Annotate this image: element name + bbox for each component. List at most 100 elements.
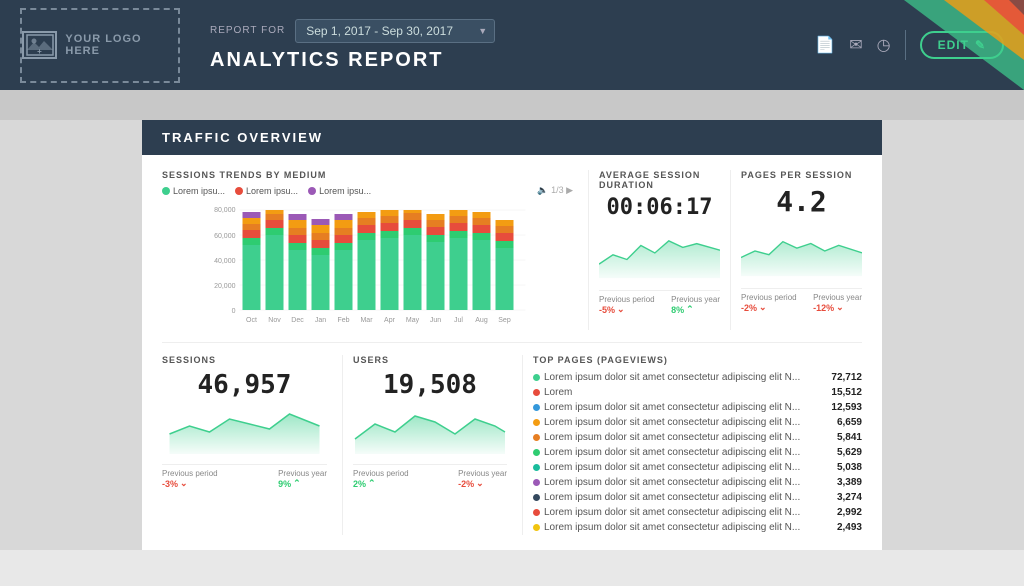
avg-session-panel: AVERAGE SESSION DURATION 00:06:17 [588, 170, 720, 330]
page-value: 2,992 [837, 507, 862, 518]
top-page-row: Lorem ipsum dolor sit amet consectetur a… [533, 505, 862, 520]
page-text: Lorem ipsum dolor sit amet consectetur a… [544, 507, 800, 518]
page-text: Lorem ipsum dolor sit amet consectetur a… [544, 402, 800, 413]
avg-prev-year: Previous year 8% ⌃ [671, 295, 720, 315]
page-row-left: Lorem ipsum dolor sit amet consectetur a… [533, 477, 829, 488]
svg-text:Jul: Jul [454, 317, 463, 324]
pages-prev-period: Previous period -2% ⌄ [741, 293, 797, 313]
page-text: Lorem ipsum dolor sit amet consectetur a… [544, 477, 800, 488]
page-value: 3,274 [837, 492, 862, 503]
legend-row: Lorem ipsu... Lorem ipsu... Lorem ipsu..… [162, 185, 573, 196]
page-row-left: Lorem ipsum dolor sit amet consectetur a… [533, 432, 829, 443]
top-page-row: Lorem ipsum dolor sit amet consectetur a… [533, 400, 862, 415]
top-page-row: Lorem ipsum dolor sit amet consectetur a… [533, 445, 862, 460]
page-dot [533, 479, 540, 486]
page-dot [533, 419, 540, 426]
users-prev-period-change: 2% ⌃ [353, 478, 409, 489]
page-value: 5,629 [837, 447, 862, 458]
svg-text:Aug: Aug [475, 317, 488, 324]
slide-indicator: 🔈 1/3 ▶ [537, 185, 573, 196]
page-value: 2,493 [837, 522, 862, 533]
svg-text:Jan: Jan [315, 317, 326, 324]
sessions-chart [162, 404, 327, 454]
sessions-label: SESSIONS [162, 355, 327, 365]
sub-header [0, 90, 1024, 120]
section-title: TRAFFIC OVERVIEW [162, 130, 323, 145]
report-for-row: REPORT FOR Sep 1, 2017 - Sep 30, 2017 [210, 19, 795, 43]
legend-dot-3 [308, 187, 316, 195]
legend-label-1: Lorem ipsu... [173, 186, 225, 196]
legend-item-1: Lorem ipsu... [162, 186, 225, 196]
page-dot [533, 389, 540, 396]
avg-prev-year-change: 8% ⌃ [671, 304, 720, 315]
users-label: USERS [353, 355, 507, 365]
svg-text:+: + [37, 47, 43, 56]
svg-text:40,000: 40,000 [214, 258, 236, 265]
page-dot [533, 449, 540, 456]
users-prev-year: Previous year -2% ⌄ [458, 469, 507, 489]
top-charts-row: SESSIONS TRENDS BY MEDIUM Lorem ipsu... … [162, 170, 862, 330]
page-value: 15,512 [831, 387, 862, 398]
svg-text:0: 0 [232, 308, 236, 315]
svg-text:Dec: Dec [291, 317, 304, 324]
sessions-prev-period-change: -3% ⌄ [162, 478, 218, 489]
top-page-row: Lorem ipsum dolor sit amet consectetur a… [533, 490, 862, 505]
top-pages-list: Lorem ipsum dolor sit amet consectetur a… [533, 370, 862, 535]
sessions-value: 46,957 [162, 370, 327, 400]
pages-per-session-value: 4.2 [741, 185, 862, 218]
top-page-row: Lorem ipsum dolor sit amet consectetur a… [533, 520, 862, 535]
page-row-left: Lorem ipsum dolor sit amet consectetur a… [533, 462, 829, 473]
users-prev-year-change: -2% ⌄ [458, 478, 507, 489]
svg-text:Oct: Oct [246, 317, 257, 324]
pages-prev-year: Previous year -12% ⌄ [813, 293, 862, 313]
page-text: Lorem ipsum dolor sit amet consectetur a… [544, 492, 800, 503]
avg-session-value: 00:06:17 [599, 195, 720, 220]
avg-prev-period: Previous period -5% ⌄ [599, 295, 655, 315]
page-dot [533, 464, 540, 471]
top-page-row: Lorem ipsum dolor sit amet consectetur a… [533, 370, 862, 385]
page-row-left: Lorem ipsum dolor sit amet consectetur a… [533, 447, 829, 458]
logo-text: YOUR LOGO HERE [65, 33, 178, 57]
svg-text:Mar: Mar [360, 317, 373, 324]
white-container: TRAFFIC OVERVIEW SESSIONS TRENDS BY MEDI… [142, 120, 882, 550]
page-value: 6,659 [837, 417, 862, 428]
bottom-charts-row: SESSIONS 46,957 [162, 342, 862, 535]
page-row-left: Lorem ipsum dolor sit amet consectetur a… [533, 507, 829, 518]
top-page-row: Lorem 15,512 [533, 385, 862, 400]
page-row-left: Lorem ipsum dolor sit amet consectetur a… [533, 522, 829, 533]
section-title-bar: TRAFFIC OVERVIEW [142, 120, 882, 155]
page-value: 3,389 [837, 477, 862, 488]
content-area: SESSIONS TRENDS BY MEDIUM Lorem ipsu... … [142, 155, 882, 550]
svg-text:20,000: 20,000 [214, 283, 236, 290]
avg-session-footer: Previous period -5% ⌄ Previous year 8% [599, 290, 720, 315]
page-value: 72,712 [831, 372, 862, 383]
corner-decoration [904, 0, 1024, 90]
page-row-left: Lorem ipsum dolor sit amet consectetur a… [533, 492, 829, 503]
email-icon[interactable]: ✉ [849, 35, 862, 55]
page-text: Lorem ipsum dolor sit amet consectetur a… [544, 522, 800, 533]
pages-per-session-label: PAGES PER SESSION [741, 170, 862, 180]
page-text: Lorem [544, 387, 572, 398]
clock-icon[interactable]: ◷ [877, 35, 891, 55]
sessions-trends-label: SESSIONS TRENDS BY MEDIUM [162, 170, 573, 180]
top-page-row: Lorem ipsum dolor sit amet consectetur a… [533, 475, 862, 490]
users-chart [353, 404, 507, 454]
page-text: Lorem ipsum dolor sit amet consectetur a… [544, 447, 800, 458]
date-range-select[interactable]: Sep 1, 2017 - Sep 30, 2017 [295, 19, 495, 43]
sessions-prev-year: Previous year 9% ⌃ [278, 469, 327, 489]
pages-per-session-panel: PAGES PER SESSION 4.2 [730, 170, 862, 330]
top-page-row: Lorem ipsum dolor sit amet consectetur a… [533, 430, 862, 445]
users-prev-period: Previous period 2% ⌃ [353, 469, 409, 489]
page-row-left: Lorem ipsum dolor sit amet consectetur a… [533, 417, 829, 428]
svg-text:60,000: 60,000 [214, 233, 236, 240]
pages-prev-year-change: -12% ⌄ [813, 302, 862, 313]
page-row-left: Lorem [533, 387, 823, 398]
bar-chart-svg: 80,000 60,000 40,000 20,000 0 [162, 200, 573, 330]
pages-per-session-footer: Previous period -2% ⌄ Previous year -12% [741, 288, 862, 313]
top-page-row: Lorem ipsum dolor sit amet consectetur a… [533, 415, 862, 430]
top-pages-label: TOP PAGES (PAGEVIEWS) [533, 355, 862, 365]
date-select-wrapper[interactable]: Sep 1, 2017 - Sep 30, 2017 [295, 19, 495, 43]
download-icon[interactable]: 📄 [815, 35, 835, 55]
logo-icon: + [22, 31, 57, 59]
svg-text:Jun: Jun [430, 317, 441, 324]
